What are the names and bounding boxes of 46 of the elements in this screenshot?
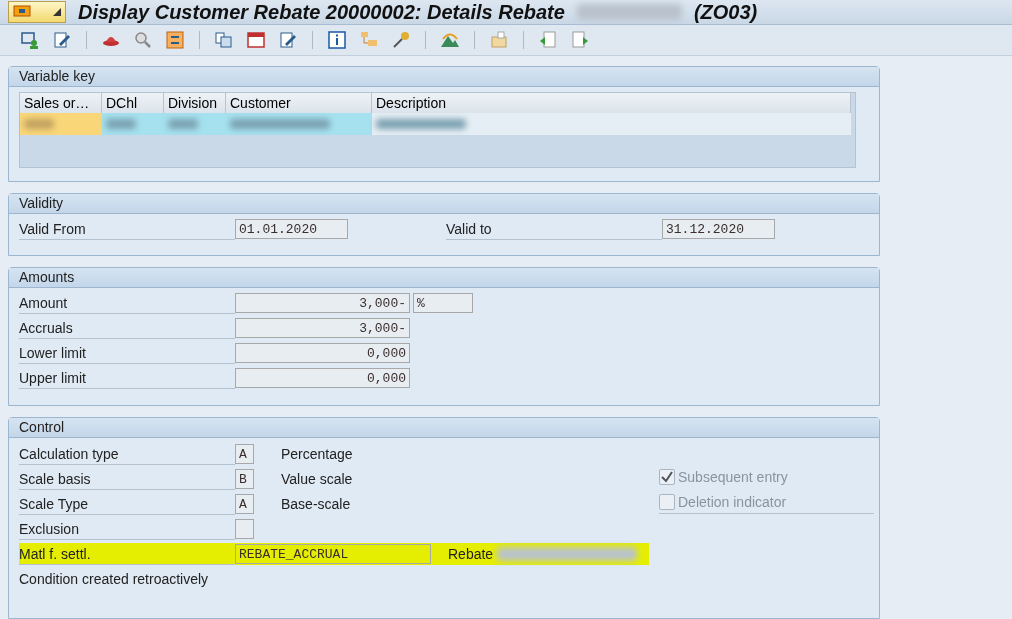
panel-title: Variable key bbox=[9, 67, 879, 87]
field-label: Amount bbox=[19, 292, 235, 314]
window-icon bbox=[13, 5, 31, 20]
panel-title: Amounts bbox=[9, 268, 879, 288]
field-label: Accruals bbox=[19, 317, 235, 339]
code-field[interactable]: A bbox=[235, 444, 254, 464]
column-header[interactable]: DChl bbox=[102, 93, 164, 113]
code-description: Percentage bbox=[281, 446, 353, 462]
column-header[interactable]: Customer bbox=[226, 93, 372, 113]
system-menu-button[interactable] bbox=[8, 1, 66, 24]
checkbox-label: Subsequent entry bbox=[678, 469, 788, 485]
field-label: Valid From bbox=[19, 218, 235, 240]
panel-title: Validity bbox=[9, 194, 879, 214]
field-label: Scale Type bbox=[19, 493, 235, 515]
date-field[interactable]: 31.12.2020 bbox=[662, 219, 775, 239]
field-label: Exclusion bbox=[19, 518, 235, 540]
panel-title: Control bbox=[9, 418, 879, 438]
material-field[interactable]: REBATE_ACCRUAL bbox=[235, 544, 431, 564]
column-header[interactable]: Sales or… bbox=[20, 93, 102, 113]
code-field[interactable]: B bbox=[235, 469, 254, 489]
table-cell bbox=[102, 113, 164, 135]
amount-field[interactable]: 0,000 bbox=[235, 368, 410, 388]
field-label: Upper limit bbox=[19, 367, 235, 389]
table-cell bbox=[164, 113, 226, 135]
field-label: Lower limit bbox=[19, 342, 235, 364]
amount-field[interactable]: 0,000 bbox=[235, 343, 410, 363]
amount-field[interactable]: 3,000- bbox=[235, 318, 410, 338]
date-field[interactable]: 01.01.2020 bbox=[235, 219, 348, 239]
field-label: Scale basis bbox=[19, 468, 235, 490]
status-note: Condition created retroactively bbox=[19, 571, 209, 587]
window-title-suffix: (ZO03) bbox=[693, 0, 758, 24]
checkbox-label: Deletion indicator bbox=[678, 494, 787, 510]
corner-arrow-icon bbox=[53, 8, 61, 17]
column-header[interactable]: Division bbox=[164, 93, 226, 113]
code-field[interactable]: A bbox=[235, 494, 254, 514]
field-label: Valid to bbox=[446, 218, 662, 240]
unit-field[interactable]: % bbox=[413, 293, 473, 313]
amount-field[interactable]: 3,000- bbox=[235, 293, 410, 313]
code-description: Base-scale bbox=[281, 496, 351, 512]
field-label: Calculation type bbox=[19, 443, 235, 465]
window-title: Display Customer Rebate 20000002: Details Rebate bbox=[78, 0, 565, 24]
code-description: Value scale bbox=[281, 471, 353, 487]
code-field[interactable] bbox=[235, 519, 254, 539]
field-label: Matl f. settl. bbox=[19, 543, 235, 565]
column-header[interactable]: Description bbox=[372, 93, 851, 113]
material-description: Rebate bbox=[448, 546, 494, 562]
